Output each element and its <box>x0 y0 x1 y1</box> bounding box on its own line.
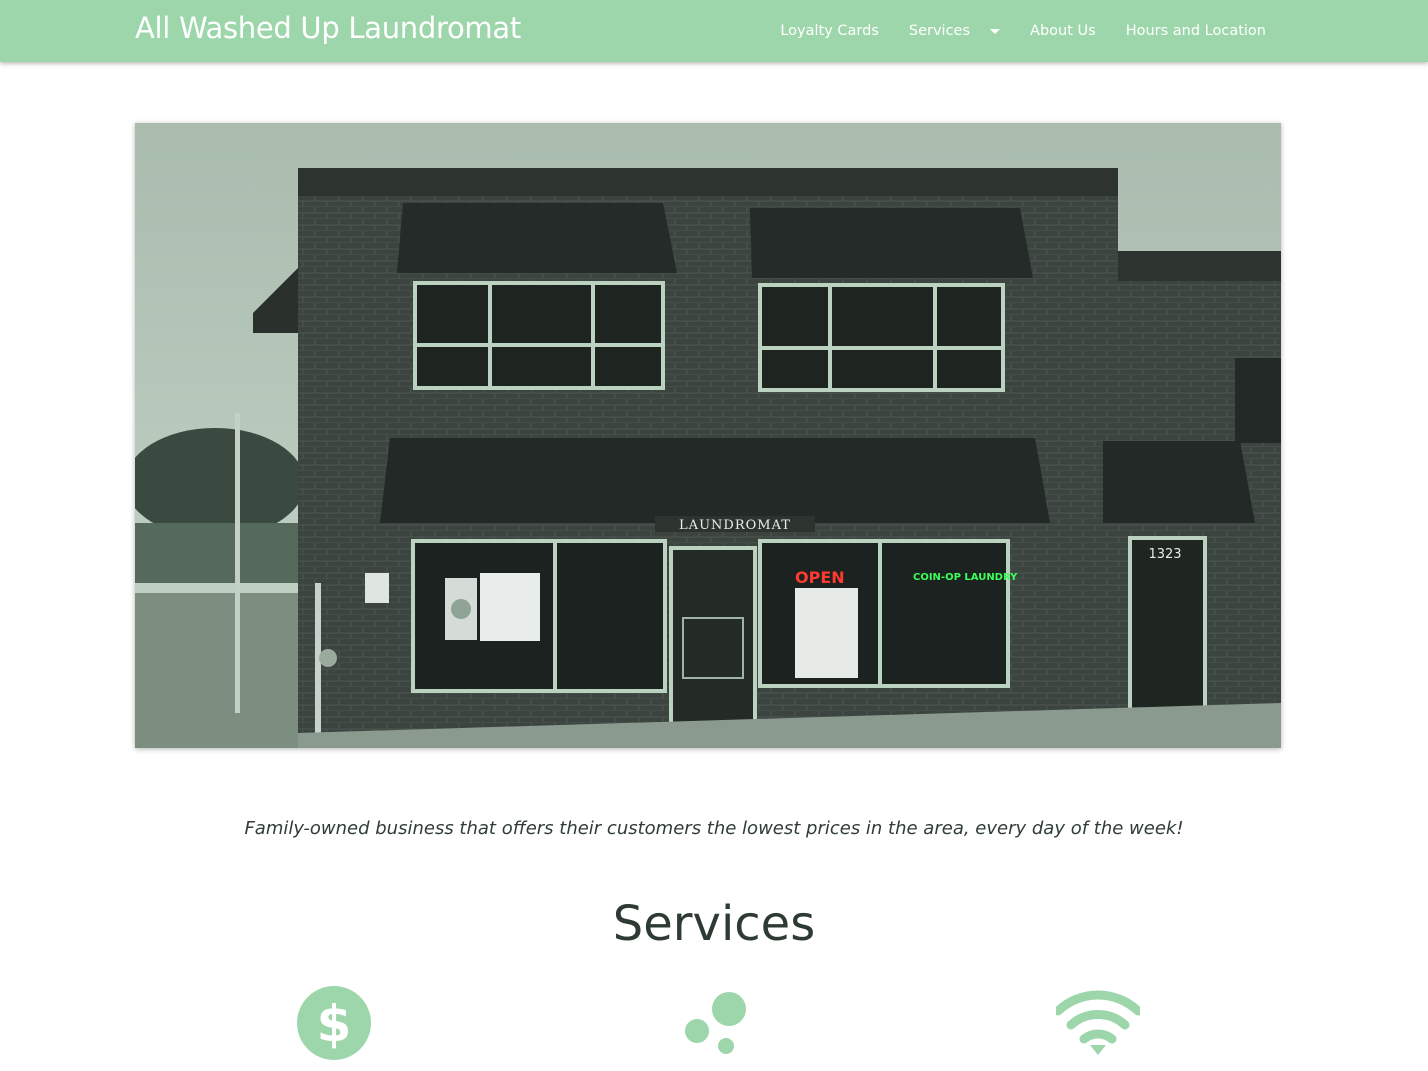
svg-text:$: $ <box>317 995 352 1053</box>
nav-link-services[interactable]: Services <box>908 23 1001 39</box>
nav-link-services-label: Services <box>908 23 971 39</box>
nav-link-loyalty-cards[interactable]: Loyalty Cards <box>780 23 879 39</box>
tagline: Family-owned business that offers their … <box>244 818 1184 839</box>
storefront-photo: LAUNDROMAT OPEN COIN-OP LAUNDRY 1323 <box>135 123 1281 748</box>
navbar: All Washed Up Laundromat Loyalty Cards S… <box>0 0 1428 62</box>
neon-laundry-sign: COIN-OP LAUNDRY <box>913 572 1018 583</box>
wifi-icon <box>1056 990 1140 1055</box>
nav-link-hours-location[interactable]: Hours and Location <box>1126 23 1266 39</box>
address-number: 1323 <box>1148 547 1181 562</box>
hero-image: LAUNDROMAT OPEN COIN-OP LAUNDRY 1323 <box>135 123 1281 748</box>
bubbles-icon <box>685 992 746 1054</box>
caret-down-icon <box>990 28 1001 34</box>
nav-links: Loyalty Cards Services About Us Hours an… <box>780 0 1266 62</box>
dollar-icon: $ <box>297 986 371 1060</box>
brand-link[interactable]: All Washed Up Laundromat <box>135 11 521 45</box>
storefront-sign-text: LAUNDROMAT <box>679 518 791 533</box>
nav-link-about-us[interactable]: About Us <box>1030 23 1096 39</box>
services-heading: Services <box>612 896 816 952</box>
neon-open-sign: OPEN <box>795 568 845 587</box>
